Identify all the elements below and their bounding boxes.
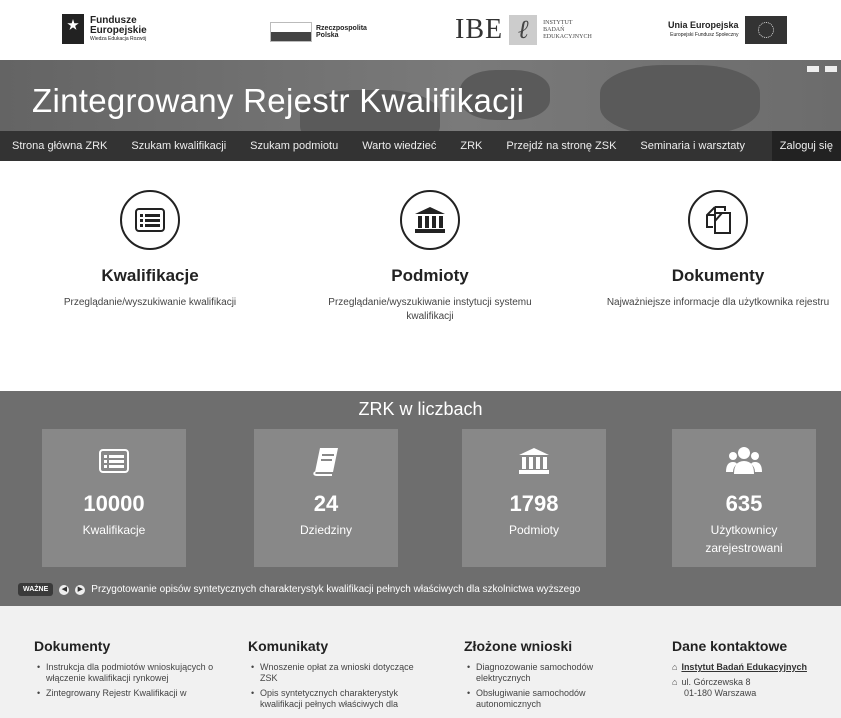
ue-line2: Europejski Fundusz Społeczny — [670, 32, 739, 38]
footer-link[interactable]: Instrukcja dla podmiotów wnioskujących o… — [37, 662, 234, 684]
stat-box[interactable]: 10000 Kwalifikacje — [42, 429, 186, 567]
footer-heading: Złożone wnioski — [464, 638, 573, 654]
ue-line1: Unia Europejska — [668, 20, 739, 30]
feature-cards: Kwalifikacje Przeglądanie/wyszukiwanie k… — [0, 190, 841, 390]
footer-contact: Dane kontaktowe ⌂ Instytut Badań Edukacyj… — [672, 638, 837, 703]
institution-icon[interactable] — [400, 190, 460, 250]
stats-section: ZRK w liczbach 10000 Kwalifikacje 24 Dzi… — [0, 391, 841, 606]
unia-europejska-logo[interactable]: Unia Europejska Europejski Fundusz Społe… — [668, 16, 787, 44]
stat-value: 635 — [725, 491, 763, 516]
footer-link[interactable]: Diagnozowanie samochodów elektrycznych — [467, 662, 639, 684]
card-desc: Przeglądanie/wyszukiwanie kwalifikacji — [63, 297, 237, 308]
footer-wnioski: Złożone wnioski Diagnozowanie samochodów… — [464, 638, 639, 714]
footer-link[interactable]: Zintegrowany Rejestr Kwalifikacji w — [37, 688, 234, 699]
ibe-line1: INSTYTUT — [543, 19, 573, 26]
card-dokumenty[interactable]: Dokumenty Najważniejsze informacje dla u… — [598, 190, 838, 310]
ticker-prev-icon[interactable]: ◀ — [59, 584, 70, 595]
nav-home[interactable]: Strona główna ZRK — [0, 131, 119, 161]
contact-city: 01-180 Warszawa — [684, 688, 757, 698]
nav-seminars[interactable]: Seminaria i warsztaty — [628, 131, 757, 161]
ticker-text[interactable]: Przygotowanie opisów syntetycznych chara… — [91, 584, 580, 595]
footer-heading: Dokumenty — [34, 638, 111, 654]
fe-star-icon — [62, 14, 84, 44]
fe-line1: Fundusze — [90, 14, 137, 26]
footer-link[interactable]: Wnoszenie opłat za wnioski dotyczące ZSK — [251, 662, 423, 684]
header-banner: Zintegrowany Rejestr Kwalifikacji — [0, 60, 841, 131]
site-title[interactable]: Zintegrowany Rejestr Kwalifikacji — [32, 82, 524, 120]
fundusze-europejskie-logo[interactable]: Fundusze Europejskie Wiedza Edukacja Roz… — [62, 14, 147, 44]
stat-box[interactable]: 1798 Podmioty — [462, 429, 606, 567]
footer-komunikaty: Komunikaty Wnoszenie opłat za wnioski do… — [248, 638, 423, 714]
stat-value: 24 — [313, 491, 339, 516]
footer: Dokumenty Instrukcja dla podmiotów wnios… — [0, 606, 841, 718]
home-icon: ⌂ — [672, 677, 678, 687]
language-switcher[interactable] — [807, 66, 837, 72]
polish-flag-icon — [270, 22, 312, 42]
nav-search-entity[interactable]: Szukam podmiotu — [238, 131, 350, 161]
card-title[interactable]: Kwalifikacje — [40, 266, 260, 286]
fe-line3: Wiedza Edukacja Rozwój — [90, 35, 147, 42]
documents-icon[interactable] — [688, 190, 748, 250]
stat-box[interactable]: 24 Dziedziny — [254, 429, 398, 567]
card-desc: Najważniejsze informacje dla użytkownika… — [606, 297, 830, 308]
institution-icon — [462, 445, 606, 477]
ibe-mark-icon: ℓ — [509, 15, 538, 45]
news-ticker[interactable]: WAŻNE ◀ ▶ Przygotowanie opisów syntetycz… — [18, 583, 580, 596]
ticker-next-icon[interactable]: ▶ — [75, 584, 86, 595]
stats-title: ZRK w liczbach — [358, 399, 483, 419]
rzeczpospolita-logo[interactable]: Rzeczpospolita Polska — [270, 22, 367, 42]
stat-label: Użytkownicy zarejestrowani — [705, 523, 783, 555]
card-title[interactable]: Dokumenty — [598, 266, 838, 286]
eu-flag-icon — [744, 16, 787, 44]
ibe-abbr: IBE — [455, 14, 504, 45]
footer-link[interactable]: Obsługiwanie samochodów autonomicznych — [467, 688, 639, 710]
ibe-line2: BADAŃ — [543, 26, 565, 33]
list-icon — [42, 445, 186, 477]
card-desc: Przeglądanie/wyszukiwanie instytucji sys… — [328, 297, 532, 322]
ibe-line3: EDUKACYJNYCH — [543, 33, 592, 40]
main-nav: Strona główna ZRK Szukam kwalifikacji Sz… — [0, 131, 841, 161]
map-shape — [600, 65, 760, 131]
nav-go-zsk[interactable]: Przejdź na stronę ZSK — [494, 131, 628, 161]
card-kwalifikacje[interactable]: Kwalifikacje Przeglądanie/wyszukiwanie k… — [40, 190, 260, 310]
users-icon — [672, 445, 816, 477]
logo-bar: Fundusze Europejskie Wiedza Edukacja Roz… — [0, 0, 841, 60]
lang-flag-icon[interactable] — [825, 66, 837, 72]
stat-label: Dziedziny — [299, 523, 353, 537]
stat-value: 10000 — [83, 491, 145, 516]
stat-label: Podmioty — [508, 523, 560, 537]
book-icon — [254, 445, 398, 477]
fe-line2: Europejskie — [90, 24, 147, 36]
nav-worth-knowing[interactable]: Warto wiedzieć — [350, 131, 448, 161]
stat-value: 1798 — [509, 491, 559, 516]
contact-org-link[interactable]: Instytut Badań Edukacyjnych — [681, 662, 807, 672]
card-podmioty[interactable]: Podmioty Przeglądanie/wyszukiwanie insty… — [315, 190, 545, 324]
rp-line2: Polska — [316, 32, 339, 39]
footer-link[interactable]: Opis syntetycznych charakterystyk kwalif… — [251, 688, 423, 710]
home-icon: ⌂ — [672, 662, 678, 672]
ibe-logo[interactable]: IBE ℓ INSTYTUT BADAŃ EDUKACYJNYCH — [455, 14, 592, 46]
footer-heading: Komunikaty — [248, 638, 329, 654]
footer-heading: Dane kontaktowe — [672, 638, 788, 654]
nav-search-qualifications[interactable]: Szukam kwalifikacji — [119, 131, 238, 161]
card-title[interactable]: Podmioty — [315, 266, 545, 286]
nav-login[interactable]: Zaloguj się — [771, 131, 841, 161]
lang-flag-icon[interactable] — [807, 66, 819, 72]
nav-zrk[interactable]: ZRK — [448, 131, 494, 161]
stat-label: Kwalifikacje — [82, 523, 146, 537]
important-badge: WAŻNE — [18, 583, 54, 596]
footer-dokumenty: Dokumenty Instrukcja dla podmiotów wnios… — [34, 638, 234, 703]
rp-line1: Rzeczpospolita — [316, 25, 367, 32]
list-icon[interactable] — [120, 190, 180, 250]
contact-street: ul. Górczewska 8 — [681, 677, 751, 687]
stat-box[interactable]: 635 Użytkownicy zarejestrowani — [672, 429, 816, 567]
